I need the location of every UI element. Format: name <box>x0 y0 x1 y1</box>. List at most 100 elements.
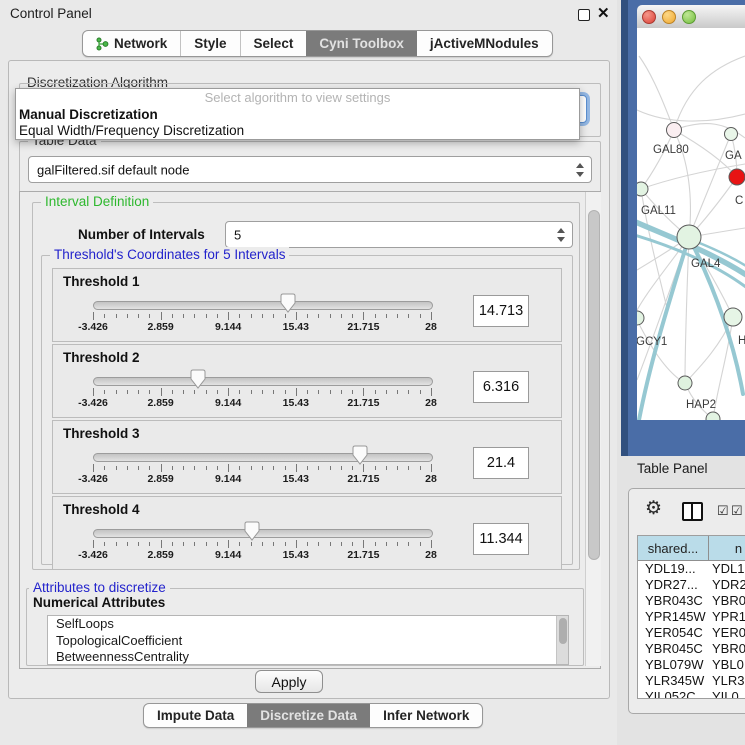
threshold-value-field[interactable]: 21.4 <box>473 447 529 479</box>
slider-track[interactable] <box>93 453 433 462</box>
checkbox-icon[interactable]: ☑ <box>717 503 729 519</box>
cell-name[interactable]: YBR0 <box>708 641 745 657</box>
network-node-HAP2[interactable] <box>678 376 692 390</box>
table-row[interactable]: YBL079WYBL0 <box>638 657 745 673</box>
slider-ticks <box>93 312 431 321</box>
table-data-combobox[interactable]: galFiltered.sif default node <box>28 156 592 183</box>
network-node-GCY1[interactable] <box>637 311 644 325</box>
tab-label: Network <box>114 31 167 56</box>
checkbox-icon[interactable]: ☑ <box>731 503 743 519</box>
cell-shared-name[interactable]: YBL079W <box>638 657 708 673</box>
tick-label: 9.144 <box>215 549 241 561</box>
scrollbar-thumb[interactable] <box>559 618 567 644</box>
network-node-node-bottom[interactable] <box>706 412 720 420</box>
attribute-list-item[interactable]: TopologicalCoefficient <box>48 633 568 650</box>
cell-shared-name[interactable]: YIL052C <box>638 689 708 699</box>
tab-impute-data[interactable]: Impute Data <box>144 704 247 727</box>
table-row[interactable]: YBR043CYBR0 <box>638 593 745 609</box>
float-window-icon[interactable] <box>578 9 590 21</box>
tab-style[interactable]: Style <box>180 31 239 56</box>
network-view-canvas[interactable]: GAL80GACGAL11GAL4GCY1HHAP2 <box>637 28 745 420</box>
cell-shared-name[interactable]: YER054C <box>638 625 708 641</box>
zoom-traffic-light[interactable] <box>682 10 696 24</box>
split-columns-icon[interactable] <box>682 502 703 521</box>
tab-infer-network[interactable]: Infer Network <box>370 704 482 727</box>
threshold-value-field[interactable]: 11.344 <box>473 523 529 555</box>
slider-thumb[interactable] <box>280 293 296 313</box>
network-window-shadow <box>621 0 628 456</box>
cell-shared-name[interactable]: YBR045C <box>638 641 708 657</box>
slider-track[interactable] <box>93 529 433 538</box>
control-panel-titlebar: Control Panel ✕ <box>0 0 617 27</box>
column-header-shared-name[interactable]: shared... <box>638 536 709 560</box>
network-node-node-red[interactable] <box>729 169 745 185</box>
app-root: Control Panel ✕ Network Style Select Cyn… <box>0 0 745 745</box>
table-row[interactable]: YBR045CYBR0 <box>638 641 745 657</box>
tick-label: 21.715 <box>347 397 379 409</box>
settings-vertical-scrollbar[interactable] <box>585 192 601 666</box>
table-row[interactable]: YER054CYER0 <box>638 625 745 641</box>
cell-shared-name[interactable]: YPR145W <box>638 609 708 625</box>
slider-track[interactable] <box>93 377 433 386</box>
network-edge <box>674 56 745 130</box>
tab-cyni-toolbox[interactable]: Cyni Toolbox <box>306 31 417 56</box>
attribute-list-item[interactable]: BetweennessCentrality <box>48 649 568 665</box>
tab-select[interactable]: Select <box>240 31 307 56</box>
network-node-node-top-right[interactable] <box>725 128 738 141</box>
gear-icon[interactable]: ⚙ <box>645 497 662 520</box>
slider-thumb[interactable] <box>190 369 206 389</box>
popup-option-manual[interactable]: Manual Discretization <box>16 107 579 123</box>
network-node-label: GAL11 <box>641 205 676 217</box>
threshold-value-field[interactable]: 6.316 <box>473 371 529 403</box>
cell-shared-name[interactable]: YLR345W <box>638 673 708 689</box>
cell-shared-name[interactable]: YDR27... <box>638 577 708 593</box>
cell-name[interactable]: YPR1 <box>708 609 745 625</box>
network-node-GAL4[interactable] <box>677 225 701 249</box>
cell-name[interactable]: YDL1 <box>708 561 745 577</box>
table-row[interactable]: YDR27...YDR2 <box>638 577 745 593</box>
threshold-list: Threshold 1 -3.4262.8599.14415.4321.7152… <box>52 268 562 572</box>
table-row[interactable]: YPR145WYPR1 <box>638 609 745 625</box>
table-row[interactable]: YDL19...YDL1 <box>638 561 745 577</box>
close-icon[interactable]: ✕ <box>597 4 610 22</box>
attributes-group-title: Attributes to discretize <box>29 580 170 595</box>
cell-shared-name[interactable]: YBR043C <box>638 593 708 609</box>
scrollbar-thumb[interactable] <box>588 210 600 560</box>
popup-option-equal-width[interactable]: Equal Width/Frequency Discretization <box>16 123 579 139</box>
panel-title: Control Panel <box>10 6 92 21</box>
slider-thumb[interactable] <box>244 521 260 541</box>
attributes-scrollbar[interactable] <box>556 616 568 664</box>
close-traffic-light[interactable] <box>642 10 656 24</box>
tab-discretize-data[interactable]: Discretize Data <box>247 704 370 727</box>
tick-label: -3.426 <box>78 549 108 561</box>
cell-name[interactable]: YLR3 <box>708 673 745 689</box>
tick-label: 2.859 <box>147 321 173 333</box>
tick-label: -3.426 <box>78 321 108 333</box>
apply-button[interactable]: Apply <box>255 670 323 693</box>
cell-name[interactable]: YBR0 <box>708 593 745 609</box>
cell-name[interactable]: YDR2 <box>708 577 745 593</box>
column-header-name[interactable]: n <box>709 536 745 560</box>
slider-track[interactable] <box>93 301 433 310</box>
table-row[interactable]: YLR345WYLR3 <box>638 673 745 689</box>
cell-shared-name[interactable]: YDL19... <box>638 561 708 577</box>
combo-stepper-icon <box>557 228 566 242</box>
cell-name[interactable]: YER0 <box>708 625 745 641</box>
cell-name[interactable]: YBL0 <box>708 657 745 673</box>
attribute-list-item[interactable]: SelfLoops <box>48 616 568 633</box>
network-node-node-h[interactable] <box>724 308 742 326</box>
tab-jactivemnodules[interactable]: jActiveMNodules <box>417 31 552 56</box>
slider-thumb[interactable] <box>352 445 368 465</box>
network-edge <box>637 237 689 318</box>
number-of-intervals-combobox[interactable]: 5 <box>225 221 573 248</box>
network-node-GAL11[interactable] <box>637 182 648 196</box>
numerical-attributes-list[interactable]: SelfLoopsTopologicalCoefficientBetweenne… <box>47 615 569 665</box>
tab-network[interactable]: Network <box>83 31 180 56</box>
network-node-GAL80[interactable] <box>667 123 682 138</box>
threshold-value-field[interactable]: 14.713 <box>473 295 529 327</box>
table-row[interactable]: YIL052CYIL0 <box>638 689 745 699</box>
minimize-traffic-light[interactable] <box>662 10 676 24</box>
network-window-titlebar[interactable] <box>637 5 745 29</box>
cell-name[interactable]: YIL0 <box>708 689 745 699</box>
tick-label: 2.859 <box>147 549 173 561</box>
